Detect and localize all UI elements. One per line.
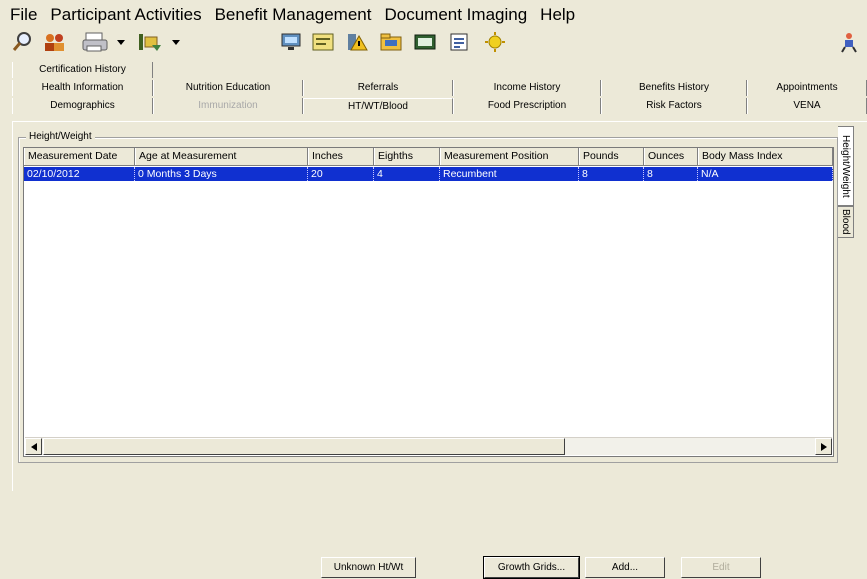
alert-icon[interactable]: [342, 30, 372, 54]
printer-icon[interactable]: [78, 30, 112, 54]
menu-benefit-management[interactable]: Benefit Management: [209, 0, 379, 30]
cell-ounces: 8: [644, 167, 698, 181]
menu-bar: File Participant Activities Benefit Mana…: [0, 0, 867, 30]
unknown-ht-wt-button[interactable]: Unknown Ht/Wt: [321, 557, 416, 578]
tab-referrals[interactable]: Referrals: [303, 80, 453, 96]
table-row[interactable]: 02/10/2012 0 Months 3 Days 20 4 Recumben…: [24, 167, 833, 181]
tab-nutrition-education[interactable]: Nutrition Education: [153, 80, 303, 96]
menu-participant-activities[interactable]: Participant Activities: [44, 0, 208, 30]
search-icon[interactable]: [8, 30, 36, 54]
transfer-icon[interactable]: [133, 30, 167, 54]
column-header-position[interactable]: Measurement Position: [440, 148, 579, 165]
monitor-icon[interactable]: [277, 30, 305, 54]
add-button[interactable]: Add...: [585, 557, 665, 578]
menu-document-imaging[interactable]: Document Imaging: [378, 0, 534, 30]
cell-eighths: 4: [374, 167, 440, 181]
scroll-right-icon[interactable]: [815, 438, 832, 455]
tab-income-history[interactable]: Income History: [453, 80, 601, 96]
folder-icon[interactable]: [376, 30, 406, 54]
document-icon[interactable]: [445, 30, 475, 54]
column-header-pounds[interactable]: Pounds: [579, 148, 644, 165]
scanner-icon[interactable]: [410, 30, 440, 54]
tab-risk-factors[interactable]: Risk Factors: [601, 98, 747, 114]
tab-certification-history[interactable]: Certification History: [12, 62, 153, 78]
column-header-eighths[interactable]: Eighths: [374, 148, 440, 165]
tab-row-1: Certification History: [12, 62, 153, 78]
cell-pounds: 8: [579, 167, 644, 181]
group-title: Height/Weight: [26, 131, 95, 142]
tab-row-2: Health Information Nutrition Education R…: [12, 80, 867, 96]
printer-dropdown-chevron-icon[interactable]: [115, 34, 127, 50]
toolbar: [0, 28, 867, 58]
horizontal-scrollbar[interactable]: [25, 437, 832, 455]
growth-grids-button[interactable]: Growth Grids...: [483, 556, 580, 579]
sun-icon[interactable]: [480, 30, 510, 54]
edit-button[interactable]: Edit: [681, 557, 761, 578]
side-tab-height-weight[interactable]: Height/Weight: [838, 126, 854, 206]
tab-row-3: Demographics Immunization HT/WT/Blood Fo…: [12, 98, 867, 114]
side-tab-height-weight-label: Height/Weight: [840, 134, 851, 198]
tab-food-prescription[interactable]: Food Prescription: [453, 98, 601, 114]
menu-file[interactable]: File: [0, 0, 44, 30]
cell-bmi: N/A: [698, 167, 833, 181]
cell-measurement-date: 02/10/2012: [24, 167, 135, 181]
side-tab-blood-label: Blood: [840, 209, 851, 235]
column-header-inches[interactable]: Inches: [308, 148, 374, 165]
cell-age: 0 Months 3 Days: [135, 167, 308, 181]
participants-icon[interactable]: [40, 30, 70, 54]
side-tab-blood[interactable]: Blood: [838, 206, 854, 238]
column-header-measurement-date[interactable]: Measurement Date: [24, 148, 135, 165]
scroll-left-icon[interactable]: [25, 438, 42, 455]
cell-inches: 20: [308, 167, 374, 181]
tab-vena[interactable]: VENA: [747, 98, 867, 114]
tab-immunization[interactable]: Immunization: [153, 98, 303, 114]
tab-benefits-history[interactable]: Benefits History: [601, 80, 747, 96]
column-header-age[interactable]: Age at Measurement: [135, 148, 308, 165]
scrollbar-thumb[interactable]: [43, 438, 565, 455]
column-header-bmi[interactable]: Body Mass Index: [698, 148, 833, 165]
cell-position: Recumbent: [440, 167, 579, 181]
tab-ht-wt-blood[interactable]: HT/WT/Blood: [303, 98, 453, 114]
tab-appointments[interactable]: Appointments: [747, 80, 867, 96]
column-header-ounces[interactable]: Ounces: [644, 148, 698, 165]
transfer-dropdown-chevron-icon[interactable]: [170, 34, 182, 50]
menu-help[interactable]: Help: [534, 0, 582, 30]
card-icon[interactable]: [308, 30, 338, 54]
tab-health-information[interactable]: Health Information: [12, 80, 153, 96]
measurement-grid[interactable]: Measurement Date Age at Measurement Inch…: [23, 147, 834, 457]
help-figure-icon[interactable]: [835, 30, 863, 54]
tab-demographics[interactable]: Demographics: [12, 98, 153, 114]
grid-header: Measurement Date Age at Measurement Inch…: [24, 148, 833, 166]
